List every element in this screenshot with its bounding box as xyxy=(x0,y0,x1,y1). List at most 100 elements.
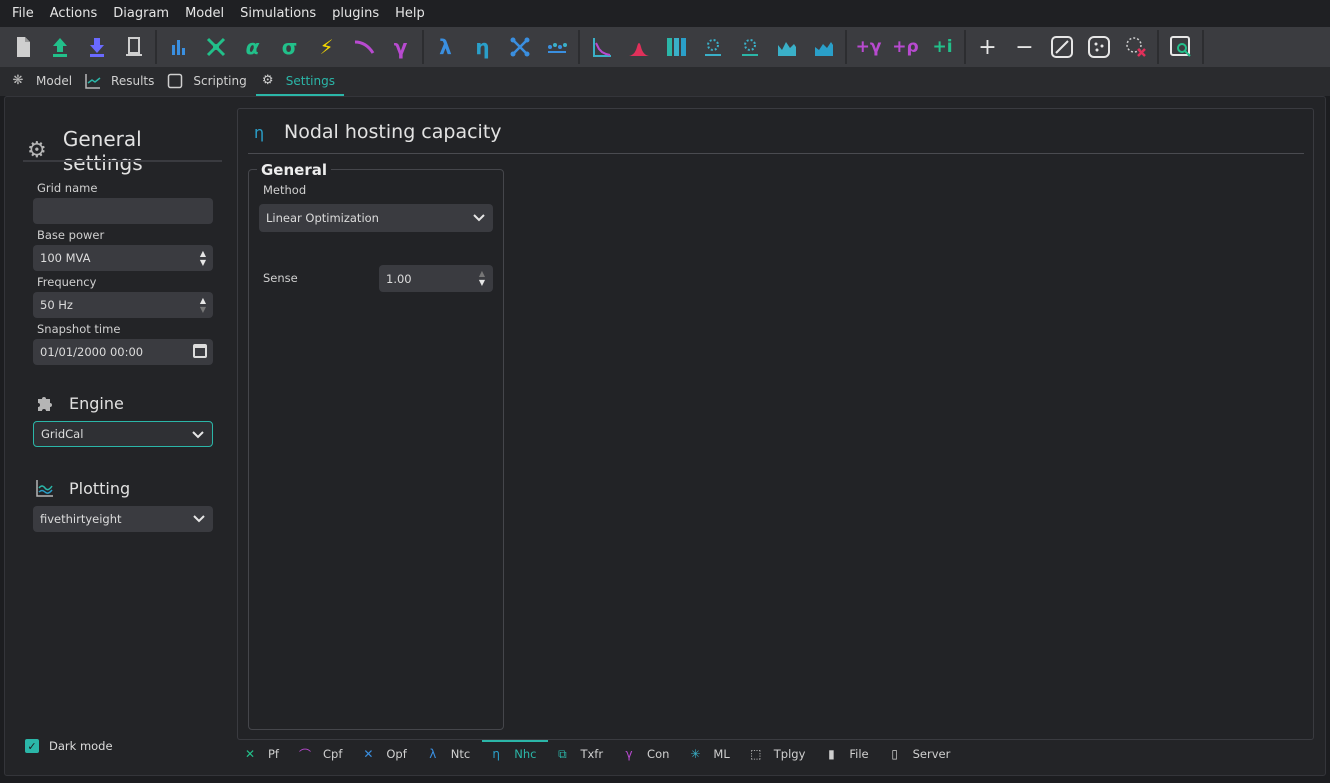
area-chart-icon xyxy=(777,42,796,56)
engine-header: Engine xyxy=(35,393,124,413)
bottom-tab-file[interactable]: ▮ File xyxy=(817,740,880,766)
grid-name-label: Grid name xyxy=(37,181,98,195)
dots-icon xyxy=(547,43,567,53)
spin-arrows-icon[interactable]: ▲ ▼ xyxy=(479,269,485,287)
distribution-button[interactable] xyxy=(620,29,657,65)
plus-icon: + xyxy=(978,34,997,60)
bottom-tab-con[interactable]: γ Con xyxy=(615,740,681,766)
tab-results[interactable]: Results xyxy=(81,67,163,96)
topology-button[interactable] xyxy=(1080,29,1117,65)
bottom-tab-server-icon: ▯ xyxy=(891,747,898,761)
bottom-tab-label: Ntc xyxy=(450,747,471,761)
power-flow-button[interactable] xyxy=(197,29,234,65)
bottom-tab-nhc[interactable]: η Nhc xyxy=(482,740,549,766)
bottom-tab-opf[interactable]: ✕ Opf xyxy=(354,740,418,766)
spin-arrows-icon[interactable]: ▲ ▼ xyxy=(200,249,206,267)
clustering-button[interactable] xyxy=(694,29,731,65)
menu-plugins[interactable]: plugins xyxy=(324,0,387,27)
spin-arrows-icon[interactable]: ▲ ▼ xyxy=(200,296,206,314)
contingency-button[interactable]: γ xyxy=(382,29,419,65)
bar-chart-icon xyxy=(171,40,185,55)
plotting-style-select[interactable]: fivethirtyeight xyxy=(33,506,213,532)
nhc-button[interactable]: η xyxy=(464,29,501,65)
histogram-icon xyxy=(592,38,611,57)
menu-help[interactable]: Help xyxy=(387,0,433,27)
menu-diagram[interactable]: Diagram xyxy=(105,0,177,27)
lightning-icon: ⚡ xyxy=(319,35,334,59)
grid-name-input[interactable] xyxy=(33,198,213,224)
bottom-tab-server[interactable]: ▯ Server xyxy=(881,740,963,766)
frequency-spinbox[interactable]: 50 Hz ▲ ▼ xyxy=(33,292,213,318)
add-rho-button[interactable]: +ρ xyxy=(887,29,924,65)
divider xyxy=(248,153,1304,154)
nhc-settings-panel: η Nodal hosting capacity General Method … xyxy=(237,108,1314,740)
area-chart-2-icon xyxy=(814,42,833,56)
add-gamma-button[interactable]: +γ xyxy=(850,29,887,65)
minus-icon: − xyxy=(1015,34,1034,60)
bottom-tab-ntc[interactable]: λ Ntc xyxy=(419,740,482,766)
server-button[interactable] xyxy=(115,29,152,65)
inspect-button[interactable] xyxy=(1162,29,1199,65)
bottom-tab-label: Txfr xyxy=(580,747,604,761)
upload-button[interactable] xyxy=(41,29,78,65)
eta-icon: η xyxy=(475,35,490,59)
sense-spinbox[interactable]: 1.00 ▲ ▼ xyxy=(379,265,493,292)
area-chart-2-button[interactable] xyxy=(805,29,842,65)
stochastic-button[interactable] xyxy=(583,29,620,65)
plotting-header: Plotting xyxy=(35,478,130,498)
line-tool-button[interactable] xyxy=(1043,29,1080,65)
bottom-tab-label: Opf xyxy=(386,747,407,761)
topology-icon xyxy=(1087,36,1110,58)
checkbox-checked-icon[interactable]: ✓ xyxy=(25,739,39,753)
toolbar-separator xyxy=(155,30,157,64)
alpha-button[interactable]: α xyxy=(234,29,271,65)
method-select[interactable]: Linear Optimization xyxy=(259,204,493,232)
zoom-out-button[interactable]: − xyxy=(1006,29,1043,65)
bottom-tab-txfr[interactable]: ⧉ Txfr xyxy=(548,740,615,766)
clustering-2-button[interactable] xyxy=(731,29,768,65)
dark-mode-toggle[interactable]: ✓ Dark mode xyxy=(25,739,113,753)
short-circuit-button[interactable]: ⚡ xyxy=(308,29,345,65)
delete-topology-button[interactable] xyxy=(1117,29,1154,65)
sigma-button[interactable]: σ xyxy=(271,29,308,65)
area-chart-button[interactable] xyxy=(768,29,805,65)
menu-simulations[interactable]: Simulations xyxy=(232,0,324,27)
tab-model[interactable]: ❋ Model xyxy=(6,67,81,96)
tab-settings[interactable]: ⚙ Settings xyxy=(255,67,344,96)
bottom-tab-tplgy[interactable]: ⬚ Tplgy xyxy=(742,740,818,766)
continuation-button[interactable] xyxy=(345,29,382,65)
opf-button[interactable] xyxy=(501,29,538,65)
bottom-tab-ml[interactable]: ✳ ML xyxy=(681,740,741,766)
snapshot-time-label: Snapshot time xyxy=(37,322,121,336)
calendar-icon[interactable] xyxy=(193,344,207,358)
bar-chart-button[interactable] xyxy=(160,29,197,65)
bottom-tab-pf[interactable]: ✕ Pf xyxy=(236,740,291,766)
cluster-2-icon xyxy=(741,39,758,56)
bottom-tab-ntc-icon: λ xyxy=(429,747,437,761)
opf-ts-button[interactable] xyxy=(538,29,575,65)
zoom-in-button[interactable]: + xyxy=(969,29,1006,65)
plot-icon xyxy=(35,478,55,498)
menu-model[interactable]: Model xyxy=(177,0,232,27)
engine-select[interactable]: GridCal xyxy=(33,421,213,447)
snapshot-time-input[interactable]: 01/01/2000 00:00 xyxy=(33,339,213,365)
menu-actions[interactable]: Actions xyxy=(42,0,106,27)
eta-icon: η xyxy=(254,122,265,142)
ntc-button[interactable]: λ xyxy=(427,29,464,65)
columns-button[interactable] xyxy=(657,29,694,65)
chevron-down-icon xyxy=(193,515,205,523)
chevron-down-icon xyxy=(473,214,485,222)
bottom-tab-file-icon: ▮ xyxy=(828,747,835,761)
bottom-tab-label: File xyxy=(849,747,869,761)
general-settings-title: General settings xyxy=(62,127,143,175)
menu-file[interactable]: File xyxy=(4,0,42,27)
add-i-button[interactable]: +i xyxy=(924,29,961,65)
base-power-spinbox[interactable]: 100 MVA ▲ ▼ xyxy=(33,245,213,271)
tab-scripting[interactable]: Scripting xyxy=(163,67,255,96)
bottom-tab-cpf[interactable]: ⌒ Cpf xyxy=(291,740,354,766)
download-button[interactable] xyxy=(78,29,115,65)
toolbar-separator xyxy=(578,30,580,64)
bottom-tab-bar: ✕ Pf ⌒ Cpf ✕ Opf λ Ntc η Nhc ⧉ Txfr γ Con ✳ ML ⬚ Tplgy ▮ Fi… xyxy=(236,740,962,766)
sigma-icon: σ xyxy=(281,35,298,59)
new-file-button[interactable] xyxy=(4,29,41,65)
